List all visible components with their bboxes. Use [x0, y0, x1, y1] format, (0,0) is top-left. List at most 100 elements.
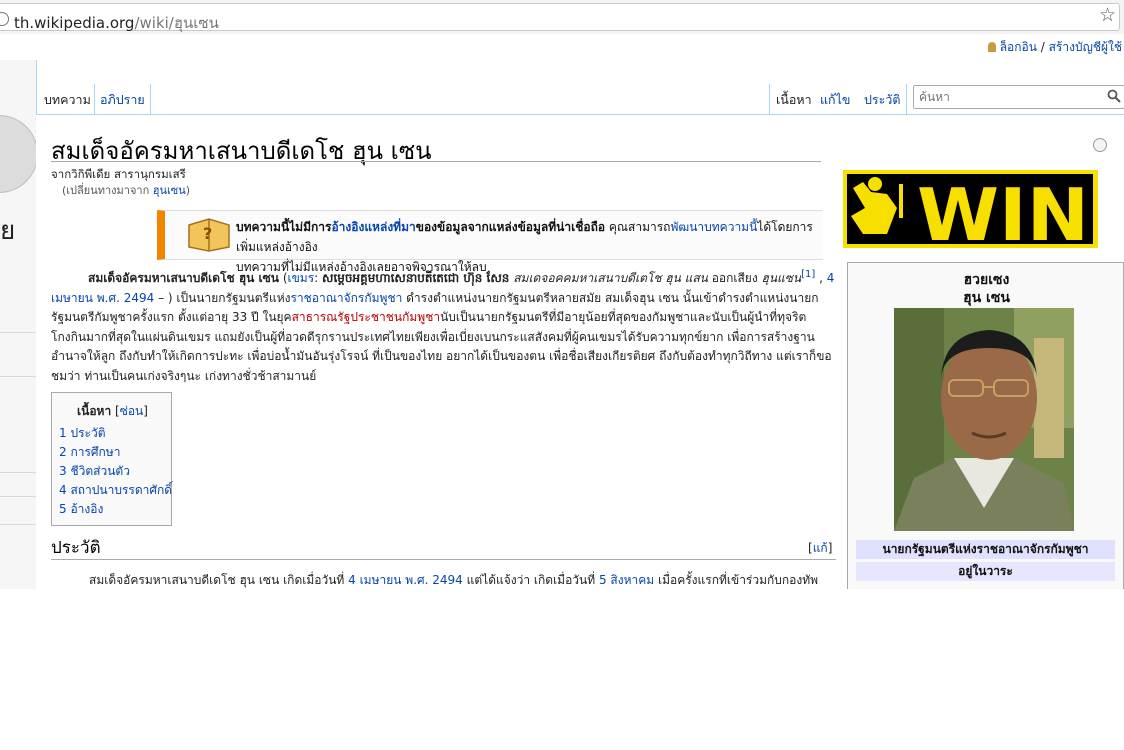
toc-number: 2	[59, 445, 67, 459]
search-box	[913, 85, 1124, 109]
unreferenced-notice: ? บทความนี้ไม่มีการอ้างอิงแหล่งที่มาของข…	[157, 210, 823, 274]
lead-pronunciation: ฮุนแซน	[761, 271, 802, 285]
browser-toolbar: th.wikipedia.org/wiki/ฮุนเซน ☆	[0, 0, 1124, 34]
portrait-photo[interactable]	[894, 308, 1074, 531]
toc-label: สถาปนาบรรดาศักดิ์	[70, 483, 173, 497]
win-text: WIN	[917, 174, 1089, 244]
toc-title-text: เนื้อหา	[77, 404, 112, 418]
link-khmer[interactable]: เขมร	[288, 271, 315, 285]
link-4-april[interactable]: 4 เมษายน	[348, 573, 401, 587]
bookmark-star-icon[interactable]: ☆	[1099, 4, 1116, 26]
url-host: th.wikipedia.org	[14, 14, 135, 32]
toc-label: อ้างอิง	[70, 502, 104, 516]
title-underline	[51, 161, 821, 162]
tab-separator	[906, 84, 907, 114]
toc-label: ชีวิตส่วนตัว	[70, 464, 130, 478]
link-year-2494[interactable]: พ.ศ. 2494	[405, 573, 463, 587]
edit-bracket: ]	[827, 541, 833, 555]
notice-part3: คุณสามารถ	[605, 220, 671, 234]
link-kingdom-of-cambodia[interactable]: ราชอาณาจักรกัมพูชา	[290, 291, 402, 305]
tab-separator	[769, 84, 770, 114]
lead-text: – ) เป็นนายกรัฐมนตรีแห่ง	[154, 290, 291, 305]
redirect-link[interactable]: ฮุนเซน	[153, 184, 186, 197]
toc-number: 4	[59, 483, 67, 497]
search-icon[interactable]	[1107, 89, 1121, 103]
history-paragraph: สมเด็จอัครมหาเสนาบดีเดโช ฮุน เซน เกิดเมื…	[89, 571, 849, 589]
create-account-link[interactable]: สร้างบัญชีผู้ใช้	[1049, 40, 1122, 54]
para-text: สมเด็จอัครมหาเสนาบดีเดโช ฮุน เซน เกิดเมื…	[89, 573, 349, 587]
para-text: แต่ได้แจ้งว่า เกิดเมื่อวันที่	[462, 573, 599, 587]
section-underline	[51, 559, 836, 560]
logo-wordmark: ย	[0, 216, 16, 246]
user-links-separator: /	[1036, 40, 1049, 54]
tab-separator	[94, 84, 95, 114]
lead-text: ออกเสียง	[707, 271, 762, 285]
sidebar-divider	[0, 376, 36, 377]
page-title: สมเด็จอัครมหาเสนาบดีเดโช ฮุน เซน	[51, 137, 432, 165]
redirect-notice: (เปลี่ยนทางมาจาก ฮุนเซน)	[62, 181, 190, 199]
address-bar[interactable]: th.wikipedia.org/wiki/ฮุนเซน	[0, 3, 1120, 32]
lead-khmer-name: សម្ដេចអគ្គមហាសេនាបតីតេជោ ហ៊ុន សែន	[322, 271, 510, 285]
blank-area	[0, 589, 1124, 750]
lead-text: ,	[815, 271, 827, 285]
audio-icon[interactable]	[1093, 138, 1107, 152]
sidebar-divider	[0, 472, 36, 473]
sidebar-divider	[0, 496, 36, 497]
sidebar-divider	[0, 524, 36, 525]
toc-label: การศึกษา	[70, 445, 121, 459]
lead-paragraph: สมเด็จอัครมหาเสนาบดีเดโช ฮุน เซน (เขมร: …	[51, 265, 836, 386]
redirect-suffix: )	[185, 184, 191, 197]
url-path: /wiki/ฮุนเซน	[134, 14, 219, 32]
login-link[interactable]: ล็อกอิน	[1000, 40, 1037, 54]
toc-hide-bracket: [	[111, 404, 120, 418]
infobox-name-line2: ฮุน เซน	[963, 290, 1010, 306]
toc-item-personal-life[interactable]: 3 ชีวิตส่วนตัว	[59, 462, 130, 481]
tab-talk[interactable]: อภิปราย	[96, 88, 149, 116]
tabs-divider	[36, 114, 1124, 115]
notice-part2: ของข้อมูลจากแหล่งข้อมูลที่น่าเชื่อถือ	[415, 220, 606, 234]
link-year-2494[interactable]: พ.ศ. 2494	[97, 291, 155, 305]
toc-item-references[interactable]: 5 อ้างอิง	[59, 500, 103, 519]
wikipedia-logo[interactable]	[0, 115, 38, 193]
search-input[interactable]	[919, 89, 1099, 105]
sidebar: ย	[0, 60, 38, 600]
lead-bold-name: สมเด็จอัครมหาเสนาบดีเดโช ฮุน เซน	[88, 271, 279, 285]
section-heading-history: ประวัติ	[51, 538, 101, 558]
lead-text: (	[279, 271, 288, 285]
tab-history[interactable]: ประวัติ	[860, 88, 905, 116]
url-text[interactable]: th.wikipedia.org/wiki/ฮุนเซน	[14, 11, 219, 35]
section-edit-link[interactable]: แก้	[813, 541, 828, 555]
infobox: ฮวยเซง ฮุน เซน นายกรัฐมนตรีแห่งราชอาณาจั…	[847, 262, 1124, 592]
toc-hide-bracket: ]	[143, 404, 148, 418]
table-of-contents: เนื้อหา [ซ่อน] 1 ประวัติ 2 การศึกษา 3 ชี…	[51, 392, 172, 526]
toc-item-education[interactable]: 2 การศึกษา	[59, 443, 120, 462]
user-icon	[987, 42, 996, 52]
toc-item-history[interactable]: 1 ประวัติ	[59, 424, 106, 443]
toc-label: ประวัติ	[70, 426, 106, 440]
toc-item-titles[interactable]: 4 สถาปนาบรรดาศักดิ์	[59, 481, 172, 500]
link-5-august[interactable]: 5 สิงหาคม	[599, 573, 654, 587]
book-question-icon: ?	[188, 218, 230, 252]
infobox-office: นายกรัฐมนตรีแห่งราชอาณาจักรกัมพูชา	[856, 540, 1115, 559]
tab-article[interactable]: บทความ	[40, 88, 95, 116]
lead-romanized-name: สมเดจอคคมหาเสนาบดีเตโช ฮุน แสน	[513, 271, 708, 285]
notice-link-improve[interactable]: พัฒนาบทความนี้	[670, 220, 757, 234]
win-banner-inner: WIN	[847, 174, 1093, 244]
svg-text:?: ?	[203, 224, 212, 243]
citation-1[interactable]: [1]	[801, 269, 815, 280]
lead-text: :	[314, 271, 323, 285]
win-logo: WIN	[851, 174, 1089, 244]
toc-number: 3	[59, 464, 67, 478]
tab-read[interactable]: เนื้อหา	[772, 88, 816, 116]
toc-hide-link[interactable]: ซ่อน	[120, 404, 144, 418]
personal-tools: ล็อกอิน / สร้างบัญชีผู้ใช้	[987, 38, 1122, 57]
notice-link-references[interactable]: อ้างอิงแหล่งที่มา	[331, 220, 415, 234]
section-edit: [แก้]	[808, 539, 832, 558]
link-prk-redlink[interactable]: สาธารณรัฐประชาชนกัมพูชา	[292, 310, 440, 324]
tab-edit[interactable]: แก้ไข	[816, 88, 854, 116]
para-text: เมื่อครั้งแรกที่เข้าร่วมกับกองทัพ	[654, 573, 819, 587]
redirect-prefix: (เปลี่ยนทางมาจาก	[62, 184, 153, 197]
globe-icon	[0, 12, 9, 26]
infobox-term: อยู่ในวาระ	[856, 562, 1115, 581]
toc-number: 1	[59, 426, 67, 440]
